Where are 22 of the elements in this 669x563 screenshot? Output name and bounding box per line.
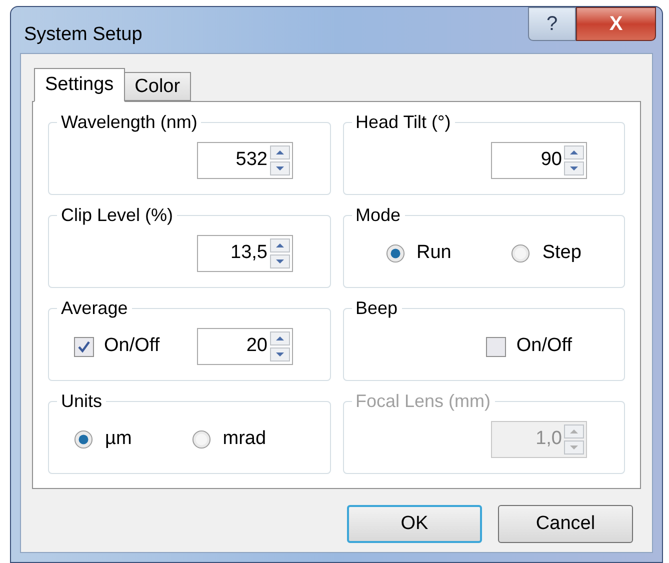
tab[interactable]: Color	[124, 72, 192, 101]
close-button[interactable]: X	[576, 7, 656, 41]
help-button[interactable]: ?	[528, 7, 576, 41]
tab[interactable]: Settings	[34, 68, 125, 102]
dialog-button[interactable]: OK	[347, 505, 482, 543]
dialog-button[interactable]: Cancel	[498, 505, 633, 543]
radio-label: mrad	[222, 427, 266, 452]
radio-label: Step	[542, 241, 582, 266]
checkbox-label: On/Off	[516, 334, 572, 358]
spin-field[interactable]: 90	[491, 142, 587, 179]
spin-value: 90	[540, 148, 563, 172]
window-title: System Setup	[24, 23, 142, 47]
spin-value: 13,5	[230, 241, 268, 266]
spin-field[interactable]: 532	[196, 142, 292, 179]
spin-value: 1,0	[534, 427, 563, 452]
spin-field[interactable]: 13,5	[196, 235, 292, 272]
checkbox-label: On/Off	[104, 334, 160, 358]
radio-label: µm	[105, 427, 132, 452]
spin-value: 20	[245, 334, 268, 358]
spin-value: 532	[234, 148, 268, 172]
radio-label: Run	[416, 241, 452, 266]
spin-field[interactable]: 20	[196, 328, 292, 365]
